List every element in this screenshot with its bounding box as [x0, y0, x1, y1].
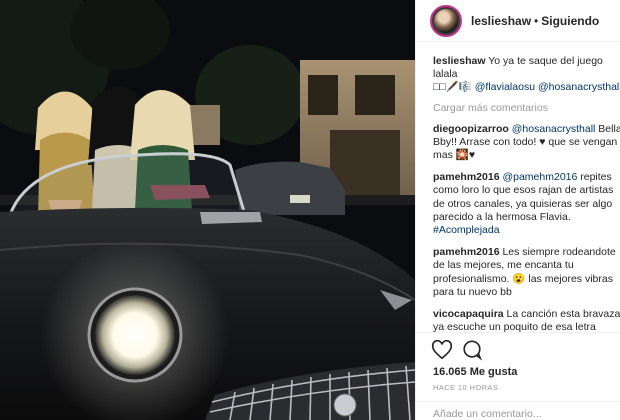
caption-mention-hosana[interactable]: @hosanacrysthall: [538, 81, 620, 93]
caption-username[interactable]: leslieshaw: [433, 55, 486, 67]
comment-icon[interactable]: [461, 339, 483, 361]
caption-emoji: □□🖋️🎼: [433, 81, 472, 94]
profile-avatar[interactable]: [430, 5, 462, 37]
post-photo[interactable]: [0, 0, 415, 420]
comment-item: vicocapaquira La canción esta bravaza ya…: [433, 308, 620, 332]
following-button[interactable]: Siguiendo: [541, 14, 599, 28]
heart-icon[interactable]: [431, 339, 453, 361]
caption-mention-flavia[interactable]: @flavialaosu: [475, 81, 535, 93]
comment-username[interactable]: pamehm2016: [433, 171, 500, 183]
comment-item: pamehm2016 @pamehm2016 repites como loro…: [433, 171, 620, 237]
header-username[interactable]: leslieshaw: [471, 14, 531, 28]
likes-count[interactable]: 16.065 Me gusta: [433, 366, 517, 378]
likes-number: 16.065: [433, 366, 467, 378]
post-header: leslieshaw • Siguiendo: [416, 0, 620, 42]
comment-username[interactable]: vicocapaquira: [433, 308, 504, 320]
caption: leslieshaw Yo ya te saque del juego lala…: [433, 55, 620, 95]
header-text: leslieshaw • Siguiendo: [471, 14, 599, 28]
photo-scene: [0, 0, 415, 420]
comment-mention[interactable]: @pamehm2016: [502, 171, 577, 183]
comments-list[interactable]: leslieshaw Yo ya te saque del juego lala…: [416, 42, 620, 332]
comment-mention[interactable]: @hosanacrysthall: [512, 123, 596, 135]
post-timestamp[interactable]: HACE 10 HORAS: [433, 383, 498, 392]
post-actions: 16.065 Me gusta HACE 10 HORAS Añade un c…: [416, 332, 620, 420]
comment-username[interactable]: pamehm2016: [433, 246, 500, 258]
header-separator: •: [534, 14, 539, 28]
add-comment-input[interactable]: Añade un comentario...: [416, 401, 620, 420]
comment-item: pamehm2016 Les siempre rodeandote de las…: [433, 246, 620, 299]
comment-item: diegoopizarroo @hosanacrysthall Bella Bb…: [433, 123, 620, 163]
post-side-panel: leslieshaw • Siguiendo leslieshaw Yo ya te…: [415, 0, 620, 420]
load-more-comments[interactable]: Cargar más comentarios: [433, 102, 620, 114]
comment-hashtag[interactable]: #Acomplejada: [433, 224, 500, 236]
avatar-image: [434, 9, 458, 33]
likes-label: Me gusta: [469, 366, 518, 378]
comment-username[interactable]: diegoopizarroo: [433, 123, 509, 135]
